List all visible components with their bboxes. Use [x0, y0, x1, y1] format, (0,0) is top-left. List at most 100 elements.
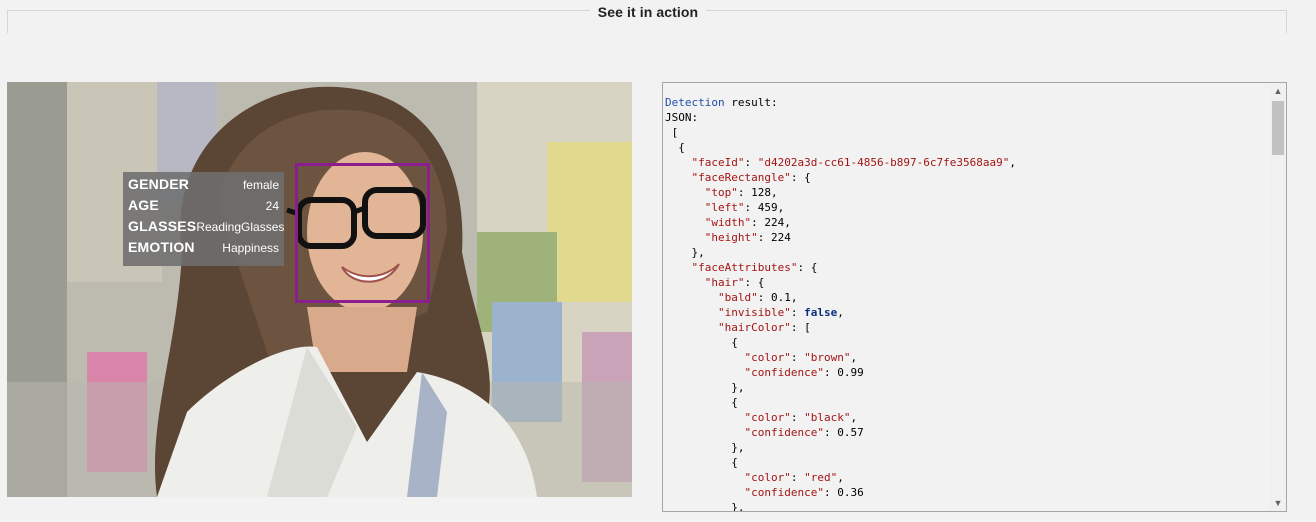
json-value: false [804, 306, 838, 319]
json-key: "confidence" [744, 486, 824, 499]
json-punctuation: }, [665, 246, 705, 259]
json-lines: [ { "faceId": "d4202a3d-cc61-4856-b897-6… [665, 125, 1269, 512]
json-key: "top" [704, 186, 738, 199]
attr-key: EMOTION [128, 239, 195, 255]
scroll-up-arrow-icon[interactable]: ▲ [1270, 83, 1286, 99]
json-key: "hairColor" [717, 321, 791, 334]
json-line: "invisible": false, [665, 305, 1269, 320]
attr-row-glasses: GLASSES ReadingGlasses [128, 218, 284, 239]
json-line: "top": 128, [665, 185, 1269, 200]
attr-key: GENDER [128, 176, 190, 192]
header-border-right [1286, 10, 1287, 33]
json-line: "faceRectangle": { [665, 170, 1269, 185]
json-line: "height": 224 [665, 230, 1269, 245]
attr-value: 24 [265, 199, 279, 213]
json-line: }, [665, 245, 1269, 260]
json-key: "faceAttributes" [691, 261, 798, 274]
json-punctuation: : [ [790, 321, 811, 334]
json-punctuation: : [744, 201, 758, 214]
result-heading: Detection result: [665, 95, 1269, 110]
json-punctuation: : [790, 411, 805, 424]
json-line: "hair": { [665, 275, 1269, 290]
json-punctuation: }, [665, 501, 745, 512]
json-value: 0.1 [770, 291, 791, 304]
json-key: "color" [744, 351, 791, 364]
json-punctuation: : [823, 426, 838, 439]
detection-result-panel[interactable]: Detection result: JSON: [ { "faceId": "d4… [662, 82, 1287, 512]
json-key: "invisible" [717, 306, 791, 319]
json-line: }, [665, 500, 1269, 512]
result-heading-keyword: Detection [665, 96, 725, 109]
json-punctuation: , [850, 351, 858, 364]
json-punctuation: { [665, 141, 685, 154]
json-punctuation: , [784, 216, 791, 229]
scrollbar-thumb[interactable] [1272, 101, 1284, 155]
header-border-left [7, 10, 8, 33]
json-punctuation: : [757, 291, 771, 304]
scroll-down-arrow-icon[interactable]: ▼ [1270, 495, 1286, 511]
sample-photo: GENDER female AGE 24 GLASSES ReadingGlas… [7, 82, 632, 497]
json-punctuation: : [790, 351, 805, 364]
attr-row-gender: GENDER female [128, 176, 279, 197]
json-key: "color" [744, 411, 791, 424]
json-key: "faceRectangle" [691, 171, 791, 184]
json-line: "faceId": "d4202a3d-cc61-4856-b897-6c7fe… [665, 155, 1269, 170]
json-line: "color": "black", [665, 410, 1269, 425]
json-punctuation: { [665, 456, 738, 469]
json-value: "black" [804, 411, 851, 424]
json-line: [ [665, 125, 1269, 140]
attr-row-age: AGE 24 [128, 197, 279, 218]
json-key: "width" [704, 216, 752, 229]
json-punctuation: , [777, 201, 785, 214]
vertical-scrollbar[interactable]: ▲ ▼ [1270, 83, 1286, 511]
attr-key: GLASSES [128, 218, 197, 234]
json-output: Detection result: JSON: [ { "faceId": "d4… [665, 95, 1269, 512]
json-punctuation: , [837, 306, 844, 319]
header-divider-left [7, 10, 590, 11]
json-key: "confidence" [744, 366, 824, 379]
result-heading-text: result: [724, 96, 778, 109]
json-punctuation: : [823, 366, 838, 379]
json-punctuation: }, [665, 381, 745, 394]
attr-value: female [242, 178, 279, 192]
json-line: "confidence": 0.36 [665, 485, 1269, 500]
face-rectangle [295, 163, 430, 303]
json-value: 0.99 [837, 366, 864, 379]
json-line: "confidence": 0.57 [665, 425, 1269, 440]
attr-value: Happiness [222, 241, 279, 255]
header-divider-right [706, 10, 1286, 11]
face-attributes-panel: GENDER female AGE 24 GLASSES ReadingGlas… [123, 172, 284, 266]
json-key: "confidence" [744, 426, 824, 439]
json-punctuation: , [850, 411, 858, 424]
json-punctuation: , [1009, 156, 1017, 169]
json-punctuation: : [790, 306, 805, 319]
json-line: }, [665, 380, 1269, 395]
json-value: 0.36 [837, 486, 864, 499]
json-punctuation: [ [665, 126, 679, 139]
json-value: 224 [764, 216, 785, 229]
json-punctuation: : [757, 231, 771, 244]
json-line: "color": "brown", [665, 350, 1269, 365]
json-punctuation: : [823, 486, 838, 499]
json-punctuation: : { [797, 261, 818, 274]
json-value: "brown" [804, 351, 851, 364]
json-punctuation: : [790, 471, 805, 484]
attr-row-emotion: EMOTION Happiness [128, 239, 279, 260]
json-key: "left" [704, 201, 745, 214]
json-punctuation: , [771, 186, 778, 199]
json-punctuation: : { [790, 171, 811, 184]
json-key: "hair" [704, 276, 745, 289]
